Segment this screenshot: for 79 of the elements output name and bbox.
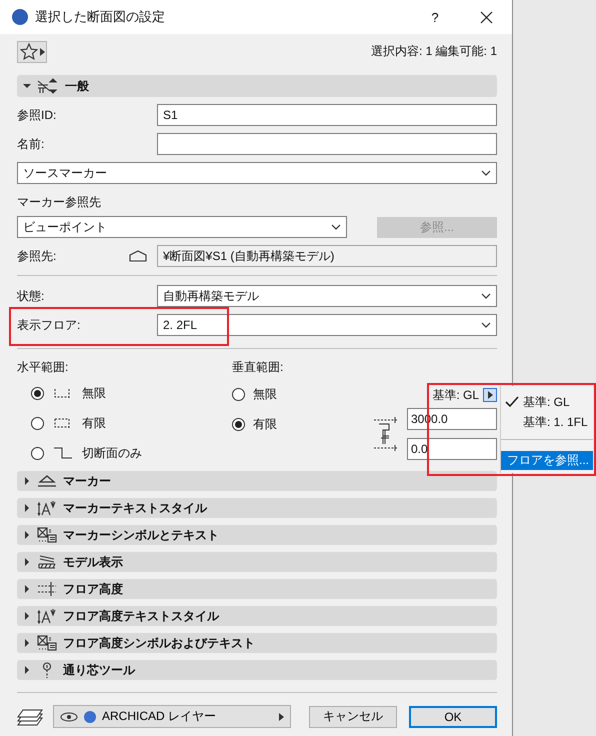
marker-icon	[37, 474, 57, 488]
section-title: マーカーシンボルとテキスト	[63, 526, 219, 544]
text-style-icon	[37, 500, 57, 516]
field-label: 参照先:	[17, 248, 58, 264]
section-title: マーカー	[63, 472, 111, 490]
app-logo-icon	[12, 9, 28, 25]
input-field[interactable]: 0.0	[407, 438, 497, 460]
section-header[interactable]: モデル表示	[17, 552, 497, 572]
section-header[interactable]: マーカーテキストスタイル	[17, 498, 497, 518]
section-title: 通り芯ツール	[63, 662, 135, 678]
section-header[interactable]: フロア高度シンボルおよびテキスト	[17, 633, 497, 653]
option-label: 無限	[253, 386, 277, 402]
group-label: 垂直範囲:	[232, 359, 284, 375]
field-label: 状態:	[17, 288, 46, 304]
eye-icon	[60, 712, 78, 722]
house-icon	[129, 250, 147, 262]
help-button[interactable]: ?	[410, 10, 460, 24]
model-display-icon	[37, 554, 57, 570]
section-header[interactable]: マーカー	[17, 471, 497, 491]
group-label: 水平範囲:	[17, 359, 70, 375]
floor-level-icon	[37, 581, 57, 597]
option-label: 無限	[82, 385, 106, 402]
chevron-down-icon	[481, 322, 491, 328]
section-header[interactable]: 通り芯ツール	[17, 660, 497, 680]
dropdown[interactable]: ビューポイント	[17, 216, 347, 238]
arrow-right-icon	[40, 48, 44, 56]
app-logo-icon	[84, 710, 96, 722]
general-settings-icon	[37, 78, 59, 94]
section-title: フロア高度	[63, 580, 123, 598]
arrow-right-icon	[279, 712, 284, 720]
chevron-down-icon	[481, 293, 491, 299]
option-label: 切断面のみ	[82, 444, 142, 462]
input-field[interactable]	[157, 133, 497, 155]
radio-button[interactable]	[31, 417, 44, 430]
symbol-text-icon	[37, 527, 57, 543]
favorites-button[interactable]	[17, 40, 47, 62]
radio-button[interactable]	[232, 388, 245, 400]
dropdown[interactable]: ソースマーカー	[17, 162, 497, 184]
reference-level-label: 基準: GL	[432, 386, 479, 404]
star-icon	[20, 43, 38, 60]
menu-item[interactable]: 基準: 1. 1FL	[501, 412, 593, 432]
level-menu-button[interactable]	[483, 388, 497, 402]
section-title: マーカーテキストスタイル	[63, 500, 207, 516]
arrow-right-icon	[488, 391, 492, 399]
chevron-down-icon	[331, 224, 341, 230]
window-title: 選択した断面図の設定	[35, 8, 166, 26]
option-label: 有限	[253, 416, 277, 432]
field-label: マーカー参照先	[17, 194, 102, 210]
menu-item[interactable]: 基準: GL	[501, 392, 593, 412]
field-label: 参照ID:	[17, 106, 58, 124]
option-label: 有限	[82, 415, 106, 432]
ok-button[interactable]: OK	[409, 706, 497, 728]
symbol-text-icon	[37, 635, 57, 651]
section-title: フロア高度シンボルおよびテキスト	[63, 634, 255, 652]
chevron-down-icon	[481, 170, 491, 176]
text-style-icon	[37, 608, 57, 624]
radio-button[interactable]	[232, 418, 245, 430]
range-diagram-icon	[52, 446, 74, 460]
section-title: モデル表示	[63, 554, 123, 570]
readonly-field: ¥断面図¥S1 (自動再構築モデル)	[157, 245, 497, 267]
close-icon[interactable]	[480, 10, 492, 24]
radio-button[interactable]	[31, 387, 44, 400]
section-header[interactable]: 一般	[17, 75, 497, 97]
selection-info: 選択内容: 1 編集可能: 1	[370, 43, 497, 60]
field-label: 名前:	[17, 136, 46, 152]
dropdown[interactable]: 自動再構築モデル	[157, 285, 497, 307]
radio-button[interactable]	[31, 446, 44, 460]
section-title: フロア高度テキストスタイル	[63, 608, 219, 624]
input-field[interactable]: S1	[157, 104, 497, 126]
section-title: 一般	[65, 78, 89, 94]
cancel-button[interactable]: キャンセル	[309, 706, 397, 728]
layer-dropdown[interactable]: ARCHICAD レイヤー	[53, 705, 291, 728]
layers-icon	[17, 706, 43, 726]
section-header[interactable]: マーカーシンボルとテキスト	[17, 525, 497, 545]
section-header[interactable]: フロア高度	[17, 579, 497, 599]
dropdown[interactable]: 2. 2FL	[157, 314, 497, 336]
menu-item[interactable]: フロアを参照...	[501, 451, 593, 470]
field-label: 表示フロア:	[17, 316, 82, 334]
section-header[interactable]: フロア高度テキストスタイル	[17, 606, 497, 626]
